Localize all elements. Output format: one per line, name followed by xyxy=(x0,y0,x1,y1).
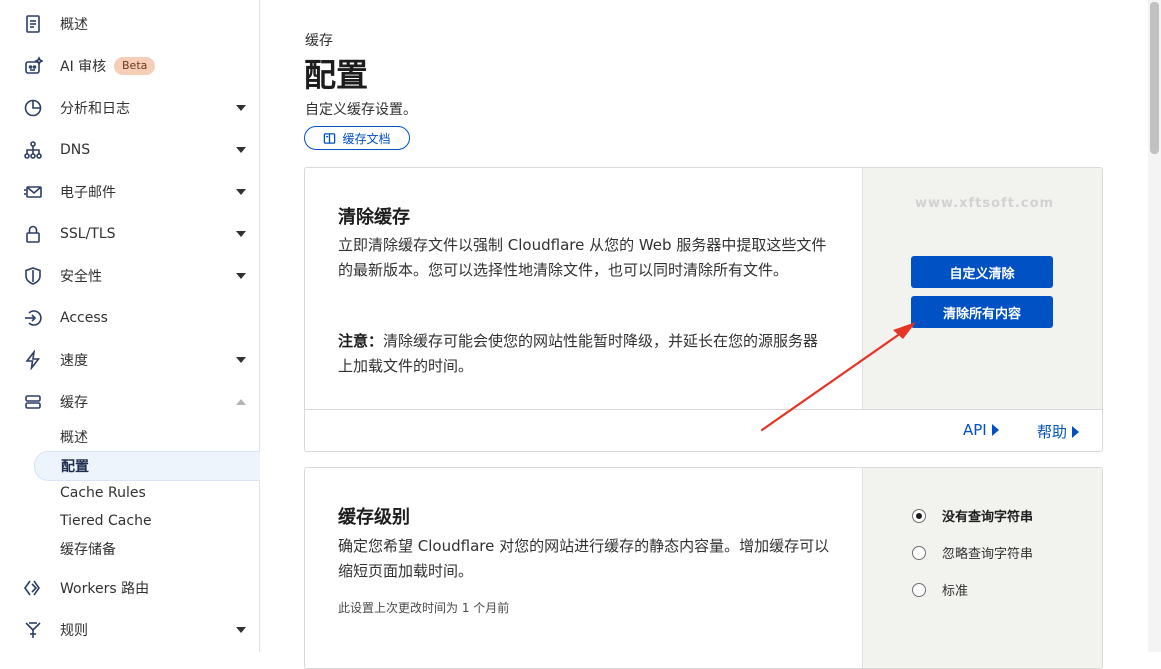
sidebar-subitem-cache-reserve[interactable]: 缓存储备 xyxy=(34,535,259,563)
radio-button[interactable] xyxy=(912,508,926,523)
sidebar-item-label: Workers 路由 xyxy=(60,581,150,597)
card-divider xyxy=(305,409,862,410)
cache-level-description: 确定您希望 Cloudflare 对您的网站进行缓存的静态内容量。增加缓存可以缩… xyxy=(338,537,830,580)
chevron-down-icon[interactable] xyxy=(236,627,246,633)
sidebar-item-overview[interactable]: 概述 xyxy=(0,4,259,44)
sidebar-item-label: 速度 xyxy=(60,353,88,369)
watermark: www.xftsoft.com xyxy=(915,196,1055,211)
chevron-up-icon[interactable] xyxy=(236,399,246,405)
access-icon xyxy=(22,307,44,329)
sidebar-item-rules[interactable]: 规则 xyxy=(0,610,259,650)
network-icon xyxy=(22,139,44,161)
sidebar-item-email[interactable]: 电子邮件 xyxy=(0,172,259,212)
caret-right-icon xyxy=(991,424,999,436)
lock-icon xyxy=(22,223,44,245)
radio-no-query-string[interactable]: 没有查询字符串 xyxy=(912,506,1033,525)
chevron-down-icon[interactable] xyxy=(236,105,246,111)
radio-standard[interactable]: 标准 xyxy=(912,580,968,599)
sidebar-item-analytics[interactable]: 分析和日志 xyxy=(0,88,259,128)
sidebar-item-access[interactable]: Access xyxy=(0,298,259,338)
cache-level-title: 缓存级别 xyxy=(338,507,410,528)
sidebar-subitem-configuration[interactable]: 配置 xyxy=(34,451,260,481)
robot-icon xyxy=(22,55,44,77)
sidebar-item-label: 电子邮件 xyxy=(60,185,116,201)
page-scrollbar[interactable] xyxy=(1148,0,1161,652)
sidebar-item-cache[interactable]: 缓存 xyxy=(0,382,259,422)
envelope-icon xyxy=(22,181,44,203)
lightning-icon xyxy=(22,349,44,371)
sidebar-subitem-tiered-cache[interactable]: Tiered Cache xyxy=(34,507,259,535)
shield-icon xyxy=(22,265,44,287)
sidebar-subitem-cache-overview[interactable]: 概述 xyxy=(34,423,259,451)
sidebar: 概述 AI 审核 Beta 分析和日志 DNS 电子邮件 SSL/TLS 安全性… xyxy=(0,0,260,652)
purge-cache-description: 立即清除缓存文件以强制 Cloudflare 从您的 Web 服务器中提取这些文… xyxy=(338,236,827,279)
purge-everything-button[interactable]: 清除所有内容 xyxy=(911,296,1053,328)
api-link[interactable]: API xyxy=(963,421,999,439)
sidebar-item-speed[interactable]: 速度 xyxy=(0,340,259,380)
sidebar-item-label: 概述 xyxy=(60,17,88,33)
caret-right-icon xyxy=(1072,425,1080,438)
chevron-down-icon[interactable] xyxy=(236,273,246,279)
cache-level-options-panel xyxy=(862,468,1102,668)
cache-docs-button[interactable]: 缓存文档 xyxy=(304,126,410,150)
sidebar-item-ssl-tls[interactable]: SSL/TLS xyxy=(0,214,259,254)
last-changed-text: 此设置上次更改时间为 1 个月前 xyxy=(338,601,510,615)
page-description: 自定义缓存设置。 xyxy=(305,102,417,118)
chevron-down-icon[interactable] xyxy=(236,231,246,237)
book-icon xyxy=(324,132,336,144)
custom-purge-button[interactable]: 自定义清除 xyxy=(911,256,1053,288)
note-text: 清除缓存可能会使您的网站性能暂时降级，并延长在您的源服务器上加载文件的时间。 xyxy=(338,332,819,375)
purge-cache-note: 注意：清除缓存可能会使您的网站性能暂时降级，并延长在您的源服务器上加载文件的时间… xyxy=(338,329,833,379)
radio-ignore-query-string[interactable]: 忽略查询字符串 xyxy=(912,543,1033,562)
sidebar-item-security[interactable]: 安全性 xyxy=(0,256,259,296)
sidebar-item-label: AI 审核 xyxy=(60,59,107,75)
scrollbar-thumb[interactable] xyxy=(1150,2,1159,154)
chevron-down-icon[interactable] xyxy=(236,189,246,195)
pie-chart-icon xyxy=(22,97,44,119)
workers-icon xyxy=(22,577,44,599)
sidebar-subitem-cache-rules[interactable]: Cache Rules xyxy=(34,479,259,507)
chevron-down-icon[interactable] xyxy=(236,147,246,153)
sidebar-item-label: 分析和日志 xyxy=(60,101,130,117)
sidebar-item-label: 安全性 xyxy=(60,269,102,285)
sidebar-item-dns[interactable]: DNS xyxy=(0,130,259,170)
radio-button[interactable] xyxy=(912,582,926,597)
rules-icon xyxy=(22,619,44,641)
document-icon xyxy=(22,13,44,35)
cache-docs-label: 缓存文档 xyxy=(342,131,391,146)
cache-icon xyxy=(22,391,44,413)
purge-cache-title: 清除缓存 xyxy=(338,207,410,228)
chevron-down-icon[interactable] xyxy=(236,357,246,363)
sidebar-item-ai-audit[interactable]: AI 审核 Beta xyxy=(0,46,259,86)
radio-button[interactable] xyxy=(912,545,926,560)
note-label: 注意： xyxy=(338,332,384,350)
page-title: 配置 xyxy=(304,56,369,94)
sidebar-item-label: Access xyxy=(60,310,108,326)
sidebar-item-label: 规则 xyxy=(60,623,88,639)
sidebar-item-label: DNS xyxy=(60,142,91,158)
breadcrumb: 缓存 xyxy=(305,33,333,49)
sidebar-item-workers-routes[interactable]: Workers 路由 xyxy=(0,568,259,608)
sidebar-item-label: SSL/TLS xyxy=(60,226,116,242)
beta-badge: Beta xyxy=(114,57,156,75)
sidebar-item-label: 缓存 xyxy=(60,395,88,411)
purge-cache-card: 清除缓存 立即清除缓存文件以强制 Cloudflare 从您的 Web 服务器中… xyxy=(304,167,1103,452)
help-link[interactable]: 帮助 xyxy=(1037,421,1080,442)
cache-level-card: 缓存级别 确定您希望 Cloudflare 对您的网站进行缓存的静态内容量。增加… xyxy=(304,467,1103,669)
